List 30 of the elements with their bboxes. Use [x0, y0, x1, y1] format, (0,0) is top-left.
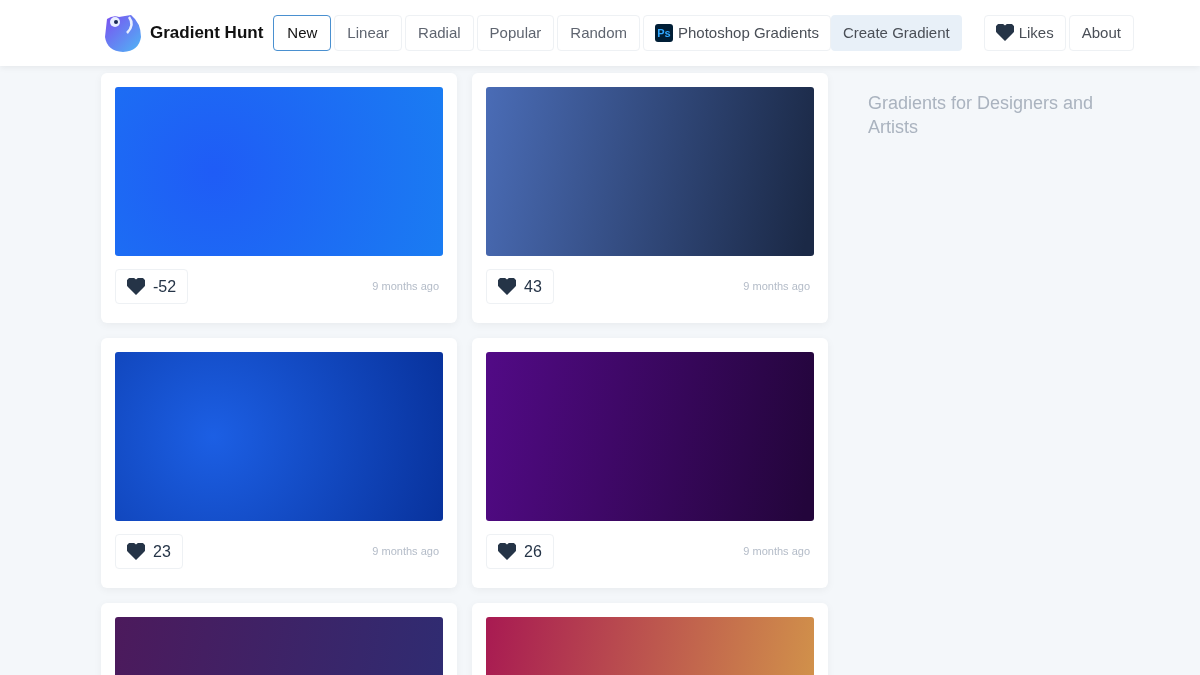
- brand-name[interactable]: Gradient Hunt: [150, 20, 264, 46]
- nav-tab[interactable]: Random: [557, 15, 640, 51]
- sidebar-title: Gradients for Designers and Artists: [868, 92, 1095, 139]
- like-button[interactable]: 26: [486, 534, 554, 569]
- nav-tab[interactable]: Linear: [334, 15, 403, 51]
- heart-icon: [995, 24, 1014, 42]
- photoshop-icon: Ps: [655, 24, 673, 42]
- like-button[interactable]: -52: [115, 269, 189, 304]
- gradient-preview[interactable]: [486, 352, 814, 521]
- heart-icon: [127, 542, 145, 561]
- gradient-preview[interactable]: [115, 352, 443, 521]
- nav-tab[interactable]: New: [273, 15, 332, 51]
- like-button[interactable]: 23: [115, 534, 183, 569]
- nav-tab[interactable]: Radial: [405, 15, 474, 51]
- timestamp: 9 months ago: [743, 279, 810, 295]
- photoshop-gradients-link[interactable]: Ps Photoshop Gradients: [643, 15, 831, 51]
- heart-icon: [498, 277, 516, 296]
- timestamp: 9 months ago: [743, 544, 810, 560]
- timestamp: 9 months ago: [372, 544, 439, 560]
- logo-icon[interactable]: [103, 13, 143, 53]
- create-gradient-button[interactable]: Create Gradient: [830, 15, 962, 51]
- gradient-preview[interactable]: [115, 87, 443, 256]
- nav-tab[interactable]: Popular: [476, 15, 555, 51]
- likes-button[interactable]: Likes: [983, 15, 1066, 51]
- gradient-preview[interactable]: [486, 87, 814, 256]
- like-button[interactable]: 43: [486, 269, 554, 304]
- heart-icon: [127, 277, 145, 296]
- heart-icon: [498, 542, 516, 561]
- timestamp: 9 months ago: [372, 279, 439, 295]
- about-button[interactable]: About: [1068, 15, 1134, 51]
